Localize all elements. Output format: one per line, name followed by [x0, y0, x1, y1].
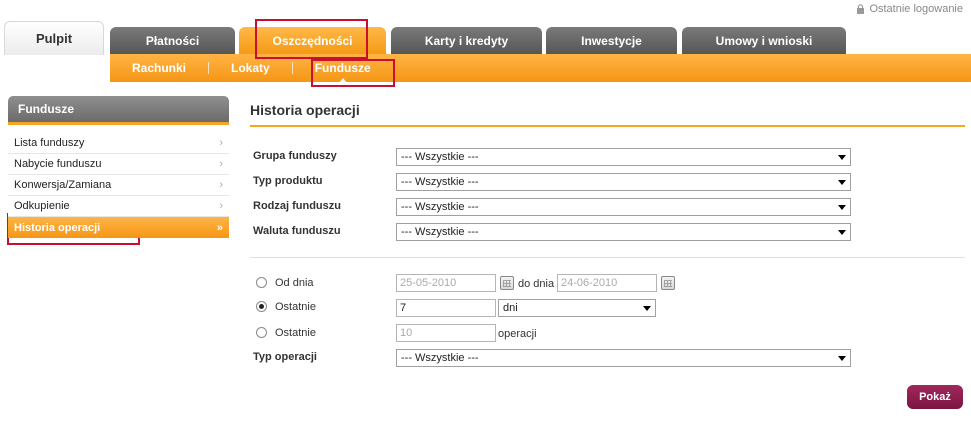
tab-karty-i-kredyty[interactable]: Karty i kredyty — [391, 27, 542, 54]
typ-operacji-select[interactable]: --- Wszystkie --- — [396, 349, 851, 367]
radio-ostatnie-dni[interactable] — [256, 301, 267, 312]
select-value: --- Wszystkie --- — [401, 201, 479, 213]
tab-pulpit[interactable]: Pulpit — [4, 21, 104, 55]
select-value: --- Wszystkie --- — [401, 176, 479, 188]
radio-od-dnia[interactable] — [256, 277, 267, 288]
calendar-icon[interactable] — [500, 276, 514, 290]
waluta-funduszu-select[interactable]: --- Wszystkie --- — [396, 223, 851, 241]
sidebar-item-label: Nabycie funduszu — [14, 158, 102, 170]
sidebar-item-nabycie-funduszu[interactable]: Nabycie funduszu › — [8, 154, 229, 175]
section-divider — [250, 257, 965, 258]
typ-operacji-label: Typ operacji — [253, 351, 317, 363]
waluta-funduszu-label: Waluta funduszu — [253, 225, 341, 237]
double-chevron-right-icon: » — [216, 221, 223, 234]
date-from-input[interactable]: 25-05-2010 — [396, 274, 496, 292]
select-value: dni — [503, 302, 518, 314]
show-button[interactable]: Pokaż — [907, 385, 963, 409]
last-unit-select[interactable]: dni — [498, 299, 656, 317]
caret-up-icon — [338, 78, 347, 83]
do-dnia-label: do dnia — [518, 278, 555, 290]
select-value: --- Wszystkie --- — [401, 226, 479, 238]
rodzaj-funduszu-select[interactable]: --- Wszystkie --- — [396, 198, 851, 216]
title-underline — [250, 125, 965, 127]
tab-oszczednosci[interactable]: Oszczędności — [239, 27, 386, 54]
od-dnia-label: Od dnia — [275, 277, 314, 289]
tab-inwestycje[interactable]: Inwestycje — [546, 27, 677, 54]
dropdown-arrow-icon — [643, 305, 651, 311]
sidebar-item-konwersja-zamiana[interactable]: Konwersja/Zamiana › — [8, 175, 229, 196]
dropdown-arrow-icon — [838, 204, 846, 210]
subnav-lokaty[interactable]: Lokaty — [209, 61, 292, 75]
date-to-input[interactable]: 24-06-2010 — [557, 274, 657, 292]
select-value: --- Wszystkie --- — [401, 352, 479, 364]
dropdown-arrow-icon — [838, 229, 846, 235]
dropdown-arrow-icon — [838, 355, 846, 361]
last-login-label: Ostatnie logowanie — [869, 3, 963, 15]
radio-ostatnie-operacje[interactable] — [256, 327, 267, 338]
chevron-right-icon: › — [219, 179, 223, 191]
dropdown-arrow-icon — [838, 154, 846, 160]
sidebar-item-lista-funduszy[interactable]: Lista funduszy › — [8, 133, 229, 154]
chevron-right-icon: › — [219, 158, 223, 170]
dropdown-arrow-icon — [838, 179, 846, 185]
grupa-funduszy-select[interactable]: --- Wszystkie --- — [396, 148, 851, 166]
ostatnie-operacje-label: Ostatnie — [275, 327, 316, 339]
typ-produktu-select[interactable]: --- Wszystkie --- — [396, 173, 851, 191]
sidebar-title: Fundusze — [8, 96, 229, 122]
chevron-right-icon: › — [219, 200, 223, 212]
sidebar-item-historia-operacji[interactable]: Historia operacji » — [8, 217, 229, 238]
grupa-funduszy-label: Grupa funduszy — [253, 150, 337, 162]
calendar-icon[interactable] — [661, 276, 675, 290]
operacji-label: operacji — [498, 328, 537, 340]
sidebar-item-label: Odkupienie — [14, 200, 70, 212]
subnav-separator — [392, 62, 394, 74]
select-value: --- Wszystkie --- — [401, 151, 479, 163]
ostatnie-dni-label: Ostatnie — [275, 301, 316, 313]
sidebar-list: Lista funduszy › Nabycie funduszu › Konw… — [8, 122, 229, 238]
subnav-rachunki[interactable]: Rachunki — [110, 61, 208, 75]
lock-icon — [857, 4, 865, 14]
chevron-right-icon: › — [219, 137, 223, 149]
sidebar-item-label: Konwersja/Zamiana — [14, 179, 112, 191]
tab-umowy-i-wnioski[interactable]: Umowy i wnioski — [682, 27, 846, 54]
last-days-input[interactable]: 7 — [396, 299, 496, 317]
sidebar-item-odkupienie[interactable]: Odkupienie › — [8, 196, 229, 217]
last-ops-input[interactable]: 10 — [396, 324, 496, 342]
sidebar-item-label: Lista funduszy — [14, 137, 85, 149]
subnav-fundusze[interactable]: Fundusze — [293, 61, 393, 83]
subnav: Rachunki Lokaty Fundusze — [110, 54, 394, 83]
rodzaj-funduszu-label: Rodzaj funduszu — [253, 200, 341, 212]
tab-platnosci[interactable]: Płatności — [110, 27, 235, 54]
sidebar-item-label: Historia operacji — [14, 221, 101, 234]
last-login[interactable]: Ostatnie logowanie — [856, 3, 963, 15]
page-title: Historia operacji — [250, 102, 360, 118]
typ-produktu-label: Typ produktu — [253, 175, 323, 187]
subnav-fundusze-label: Fundusze — [314, 61, 371, 75]
